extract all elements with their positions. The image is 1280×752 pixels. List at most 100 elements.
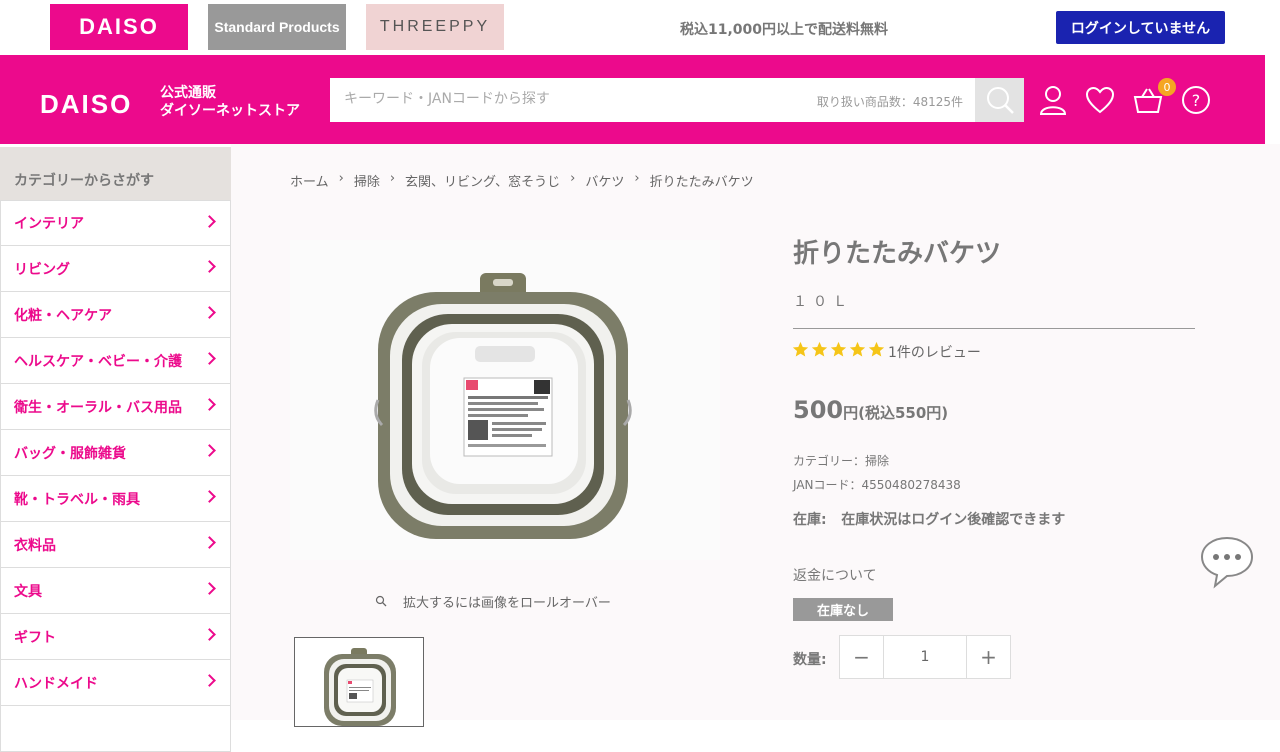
chat-button[interactable] xyxy=(1199,535,1255,589)
help-button[interactable]: ? xyxy=(1179,83,1213,117)
chevron-right-icon xyxy=(203,398,216,411)
quantity-stepper: − 1 + xyxy=(839,635,1011,679)
plus-icon: + xyxy=(980,645,997,669)
free-shipping-note: 税込11,000円以上で配送料無料 xyxy=(680,22,889,38)
quantity-label: 数量: xyxy=(793,652,827,668)
sidebar-item-living[interactable]: リビング xyxy=(0,246,231,292)
star-icon xyxy=(868,341,885,357)
star-icon xyxy=(811,341,828,357)
product-variant: １０Ｌ xyxy=(793,294,853,310)
sidebar-item-more[interactable] xyxy=(0,706,231,752)
star-icon xyxy=(830,341,847,357)
breadcrumb-bucket[interactable]: バケツ xyxy=(585,171,624,190)
sidebar-item-shoes[interactable]: 靴・トラベル・雨具 xyxy=(0,476,231,522)
chevron-right-icon xyxy=(203,352,216,365)
sidebar-item-label: バッグ・服飾雑貨 xyxy=(14,445,126,462)
svg-text:?: ? xyxy=(1192,91,1201,110)
breadcrumb-home[interactable]: ホーム xyxy=(290,171,329,190)
heart-icon xyxy=(1085,86,1115,114)
account-button[interactable] xyxy=(1036,83,1070,117)
sidebar-item-cosmetics[interactable]: 化粧・ヘアケア xyxy=(0,292,231,338)
sidebar-item-label: ヘルスケア・ベビー・介護 xyxy=(14,353,182,370)
breadcrumb-separator-icon: › xyxy=(338,171,344,186)
product-thumbnail[interactable] xyxy=(294,637,424,727)
breadcrumb: ホーム › 掃除 › 玄関、リビング、窓そうじ › バケツ › 折りたたみバケツ xyxy=(290,171,754,190)
sidebar-item-label: ハンドメイド xyxy=(14,675,98,692)
sidebar-item-clothing[interactable]: 衣料品 xyxy=(0,522,231,568)
search-button[interactable] xyxy=(975,78,1024,122)
chevron-right-icon xyxy=(203,536,216,549)
brand-tab-standard-products[interactable]: Standard Products xyxy=(208,4,346,50)
sidebar-item-label: ギフト xyxy=(14,629,56,646)
quantity-decrease-button[interactable]: − xyxy=(840,636,883,678)
favorites-button[interactable] xyxy=(1083,83,1117,117)
user-icon xyxy=(1039,86,1067,115)
sidebar-item-label: 衛生・オーラル・バス用品 xyxy=(14,399,182,416)
help-icon: ? xyxy=(1182,86,1210,114)
search-icon xyxy=(986,87,1014,114)
sidebar-item-label: リビング xyxy=(14,261,70,278)
brand-tab-threeppy[interactable]: THREEPPY xyxy=(366,4,504,50)
sidebar-item-label: 衣料品 xyxy=(14,537,56,554)
sidebar-item-stationery[interactable]: 文具 xyxy=(0,568,231,614)
chevron-right-icon xyxy=(203,444,216,457)
login-button[interactable]: ログインしていません xyxy=(1056,11,1225,44)
sidebar-item-healthcare[interactable]: ヘルスケア・ベビー・介護 xyxy=(0,338,231,384)
quantity-value[interactable]: 1 xyxy=(883,636,967,678)
star-icon xyxy=(849,341,866,357)
price-main: 500 xyxy=(793,396,844,424)
sidebar-item-interior[interactable]: インテリア xyxy=(0,200,231,246)
chat-bubble-icon xyxy=(1200,536,1254,589)
zoom-hint-text: 拡大するには画像をロールオーバー xyxy=(403,596,611,611)
site-header: DAISO 公式通販 ダイソーネットストア 取り扱い商品数：48125件 0 ? xyxy=(0,55,1265,144)
breadcrumb-separator-icon: › xyxy=(389,171,396,186)
breadcrumb-entrance-living[interactable]: 玄関、リビング、窓そうじ xyxy=(405,171,560,190)
chevron-right-icon xyxy=(203,674,216,687)
thumbnail-bucket-image xyxy=(324,648,396,726)
out-of-stock-badge: 在庫なし xyxy=(793,598,893,621)
chevron-right-icon xyxy=(203,215,216,228)
chevron-right-icon xyxy=(203,306,216,319)
chevron-right-icon xyxy=(203,628,216,641)
sidebar-item-hygiene[interactable]: 衛生・オーラル・バス用品 xyxy=(0,384,231,430)
search-input[interactable] xyxy=(344,91,784,107)
price-tax-included: 円(税込550円) xyxy=(843,404,949,422)
title-divider xyxy=(793,328,1195,329)
search-box: 取り扱い商品数：48125件 xyxy=(330,78,975,122)
sidebar-heading: カテゴリーからさがす xyxy=(0,147,231,200)
breadcrumb-separator-icon: › xyxy=(634,171,640,186)
zoom-hint: 拡大するには画像をロールオーバー xyxy=(376,592,611,611)
breadcrumb-cleaning[interactable]: 掃除 xyxy=(354,171,380,190)
chevron-right-icon xyxy=(203,260,216,273)
sidebar-item-handmade[interactable]: ハンドメイド xyxy=(0,660,231,706)
product-main-image[interactable] xyxy=(290,240,720,560)
review-count-link[interactable]: 1件のレビュー xyxy=(888,342,981,362)
top-brand-bar: DAISO Standard Products THREEPPY 税込11,00… xyxy=(0,0,1280,55)
stock-status: 在庫: 在庫状況はログイン後確認できます xyxy=(793,512,1066,528)
logo-subtitle-2: ダイソーネットストア xyxy=(160,103,300,119)
brand-tab-daiso[interactable]: DAISO xyxy=(50,4,188,50)
product-jan-code: JANコード：4550480278438 xyxy=(793,478,961,492)
product-category: カテゴリー：掃除 xyxy=(793,454,890,468)
quantity-increase-button[interactable]: + xyxy=(967,636,1010,678)
logo-subtitle-1: 公式通販 xyxy=(160,85,216,101)
refund-policy-link[interactable]: 返金について xyxy=(793,565,877,585)
product-count: 取り扱い商品数：48125件 xyxy=(816,95,963,109)
sidebar-item-label: 化粧・ヘアケア xyxy=(14,307,112,324)
chevron-right-icon xyxy=(203,582,216,595)
product-price: 500円(税込550円) xyxy=(793,396,948,424)
breadcrumb-current: 折りたたみバケツ xyxy=(649,175,754,190)
category-sidebar: カテゴリーからさがす インテリア リビング 化粧・ヘアケア ヘルスケア・ベビー・… xyxy=(0,147,231,752)
rating-stars[interactable] xyxy=(792,341,885,358)
brand-tab-daiso-label: DAISO xyxy=(79,14,159,39)
sidebar-item-label: 靴・トラベル・雨具 xyxy=(14,491,140,508)
cart-count-badge: 0 xyxy=(1158,78,1176,96)
chevron-right-icon xyxy=(203,490,216,503)
site-logo[interactable]: DAISO xyxy=(40,89,132,120)
sidebar-item-gift[interactable]: ギフト xyxy=(0,614,231,660)
sidebar-item-label: インテリア xyxy=(14,216,84,232)
sidebar-item-label: 文具 xyxy=(14,583,42,600)
folding-bucket-image xyxy=(374,273,632,539)
sidebar-item-bags[interactable]: バッグ・服飾雑貨 xyxy=(0,430,231,476)
minus-icon: − xyxy=(853,645,870,669)
